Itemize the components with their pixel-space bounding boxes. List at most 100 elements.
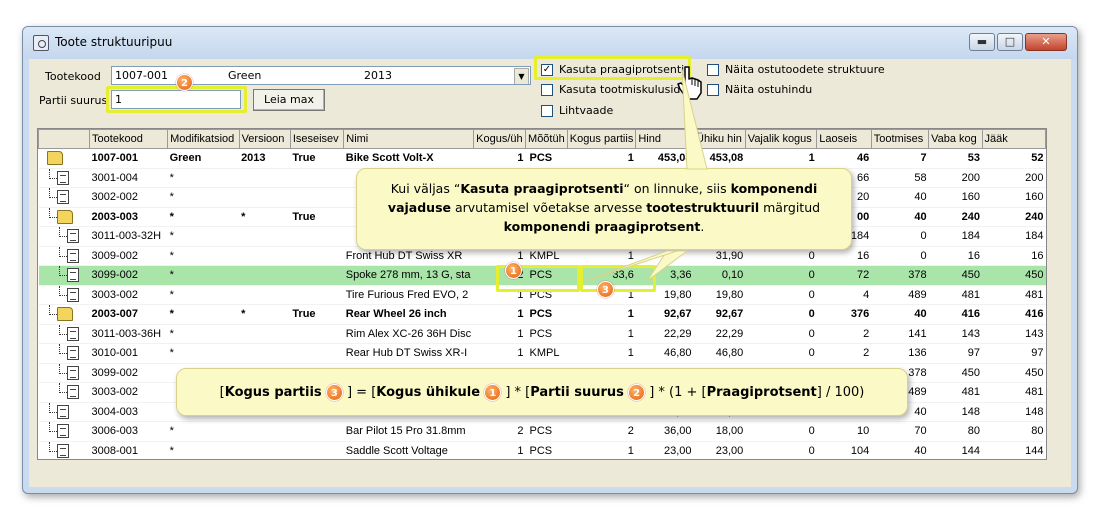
cell-unit-price: 22,29 [693, 324, 746, 344]
cell-ver [239, 265, 291, 286]
tree-cell[interactable] [38, 168, 90, 188]
column-header[interactable]: Versioon [238, 129, 291, 149]
cell-name: Spoke 278 mm, 13 G, sta [343, 265, 474, 286]
cell-remainder: 160 [982, 187, 1046, 208]
chevron-down-icon[interactable]: ▼ [514, 68, 529, 84]
tree-line [58, 392, 67, 393]
cell-mod: * [167, 207, 240, 227]
tree-line [58, 246, 60, 257]
column-header[interactable] [38, 129, 91, 149]
cell-mod: * [167, 226, 240, 247]
close-button[interactable]: ✕ [1025, 33, 1067, 51]
leia-max-button[interactable]: Leia max [253, 89, 325, 111]
cell-ver [239, 421, 291, 442]
cell-unit-price: 19,80 [693, 285, 746, 305]
tree-cell[interactable] [38, 324, 90, 344]
cell-production: 489 [871, 285, 929, 305]
cell-stock: 10 [816, 421, 872, 442]
cell-required: 0 [745, 265, 817, 286]
minimize-icon: ▬ [976, 35, 988, 48]
cell-stock: 72 [816, 265, 872, 286]
tree-cell[interactable] [38, 402, 90, 422]
tree-cell[interactable] [38, 304, 90, 325]
grid-header-row: Tootekood Modifikatsiod Versioon Iseseisev N… [38, 129, 1046, 149]
minimize-button[interactable]: ▬ [969, 33, 995, 51]
tree-cell[interactable] [38, 226, 90, 247]
cell-code: 2003-007 [89, 304, 168, 325]
column-header[interactable]: Jääk [981, 129, 1046, 149]
cell-uom: PCS [525, 148, 568, 169]
column-header[interactable]: Tootekood [89, 129, 169, 149]
tree-line [58, 333, 67, 335]
tootekood-select[interactable]: 1007-001 Green 2013 ▼ [111, 66, 531, 85]
cell-qty-batch: 1 [567, 148, 636, 169]
lihtvaade-checkbox[interactable] [541, 105, 553, 117]
hand-cursor-icon [677, 66, 702, 100]
tree-cell[interactable] [38, 246, 90, 266]
cell-required: 0 [745, 324, 817, 344]
tootmiskulusid-checkbox[interactable] [541, 84, 553, 96]
column-header[interactable]: Vaba kog [928, 129, 983, 149]
document-icon [56, 424, 69, 438]
cell-code: 3099-002 [89, 265, 168, 286]
cell-free: 481 [928, 382, 983, 403]
table-row[interactable]: 3006-003 * Bar Pilot 15 Pro 31.8mm 2 PCS 2 36,… [38, 421, 1046, 442]
cell-free: 53 [928, 148, 983, 169]
cell-code: 3009-002 [89, 246, 168, 266]
cell-mod: * [167, 343, 240, 364]
cell-unit-price: 0,10 [693, 265, 746, 286]
tree-line [48, 431, 57, 432]
tree-cell[interactable] [38, 421, 90, 442]
table-row[interactable]: 3008-001 * Saddle Scott Voltage 1 PCS 1 23,00 2… [38, 441, 1046, 459]
tree-cell[interactable] [38, 207, 90, 227]
tree-cell[interactable] [38, 187, 90, 208]
tree-cell[interactable] [38, 363, 90, 383]
cell-required: 0 [745, 441, 817, 459]
tree-cell[interactable] [38, 382, 90, 403]
callout-pointers [584, 68, 708, 282]
column-header[interactable]: Mõõtüh [525, 129, 568, 149]
close-icon: ✕ [1041, 35, 1051, 48]
cell-code: 3001-004 [89, 168, 168, 188]
ostutoodete-checkbox[interactable] [707, 64, 719, 76]
table-row[interactable]: 3010-001 * Rear Hub DT Swiss XR-I 1 KMPL 1 46,… [38, 343, 1046, 364]
tree-line [48, 207, 50, 218]
cell-price: 46,80 [635, 343, 694, 364]
tootmiskulusid-label: Kasuta tootmiskulusid [559, 83, 681, 96]
table-row[interactable]: 3011-003-36H * Rim Alex XC-26 36H Disc 1 PCS… [38, 324, 1046, 344]
cell-indep [290, 187, 344, 208]
column-header[interactable]: Modifikatsiod [167, 129, 240, 149]
cell-production: 40 [871, 304, 929, 325]
tree-cell[interactable] [38, 285, 90, 305]
maximize-button[interactable]: □ [997, 33, 1023, 51]
cell-code: 3003-002 [89, 285, 168, 305]
column-header[interactable]: Iseseisev [289, 129, 345, 149]
column-header[interactable]: Laoseis [816, 129, 872, 149]
formula-text: [Kogus partiis 3 ] = [Kogus ühikule 1 ] … [177, 384, 907, 401]
column-header[interactable]: Nimi [343, 129, 475, 149]
column-header[interactable]: Kogus partiis [566, 129, 637, 149]
formula-part-5: ] / 100) [816, 385, 865, 400]
cell-price: 23,00 [635, 441, 694, 459]
column-header[interactable]: Vajalik kogus [744, 129, 818, 149]
cell-free: 481 [928, 285, 983, 305]
cell-ver [239, 285, 291, 305]
cell-indep [290, 421, 344, 442]
cell-code: 1007-001 [89, 148, 168, 169]
table-row[interactable]: 2003-007 * * True Rear Wheel 26 inch 1 PCS 1 92,… [38, 304, 1046, 325]
tree-cell[interactable] [38, 441, 90, 459]
cell-qty-batch: 1 [567, 343, 636, 364]
tree-cell[interactable] [38, 148, 90, 169]
cell-qty-unit: 2 [473, 421, 526, 442]
formula-badge-1: 1 [484, 384, 502, 401]
tree-line [48, 305, 50, 315]
formula-partii-suurus: Partii suurus [530, 385, 624, 400]
tree-line [48, 197, 57, 198]
column-header[interactable]: Kogus/üh [473, 129, 527, 149]
formula-part-3: ] * [ [505, 385, 531, 400]
ostuhindu-checkbox[interactable] [707, 84, 719, 96]
column-header[interactable]: Tootmises [870, 129, 930, 149]
table-row[interactable]: 1007-001 Green 2013 True Bike Scott Volt-X 1 P… [38, 148, 1046, 169]
tree-cell[interactable] [38, 265, 90, 286]
tree-cell[interactable] [38, 343, 90, 364]
